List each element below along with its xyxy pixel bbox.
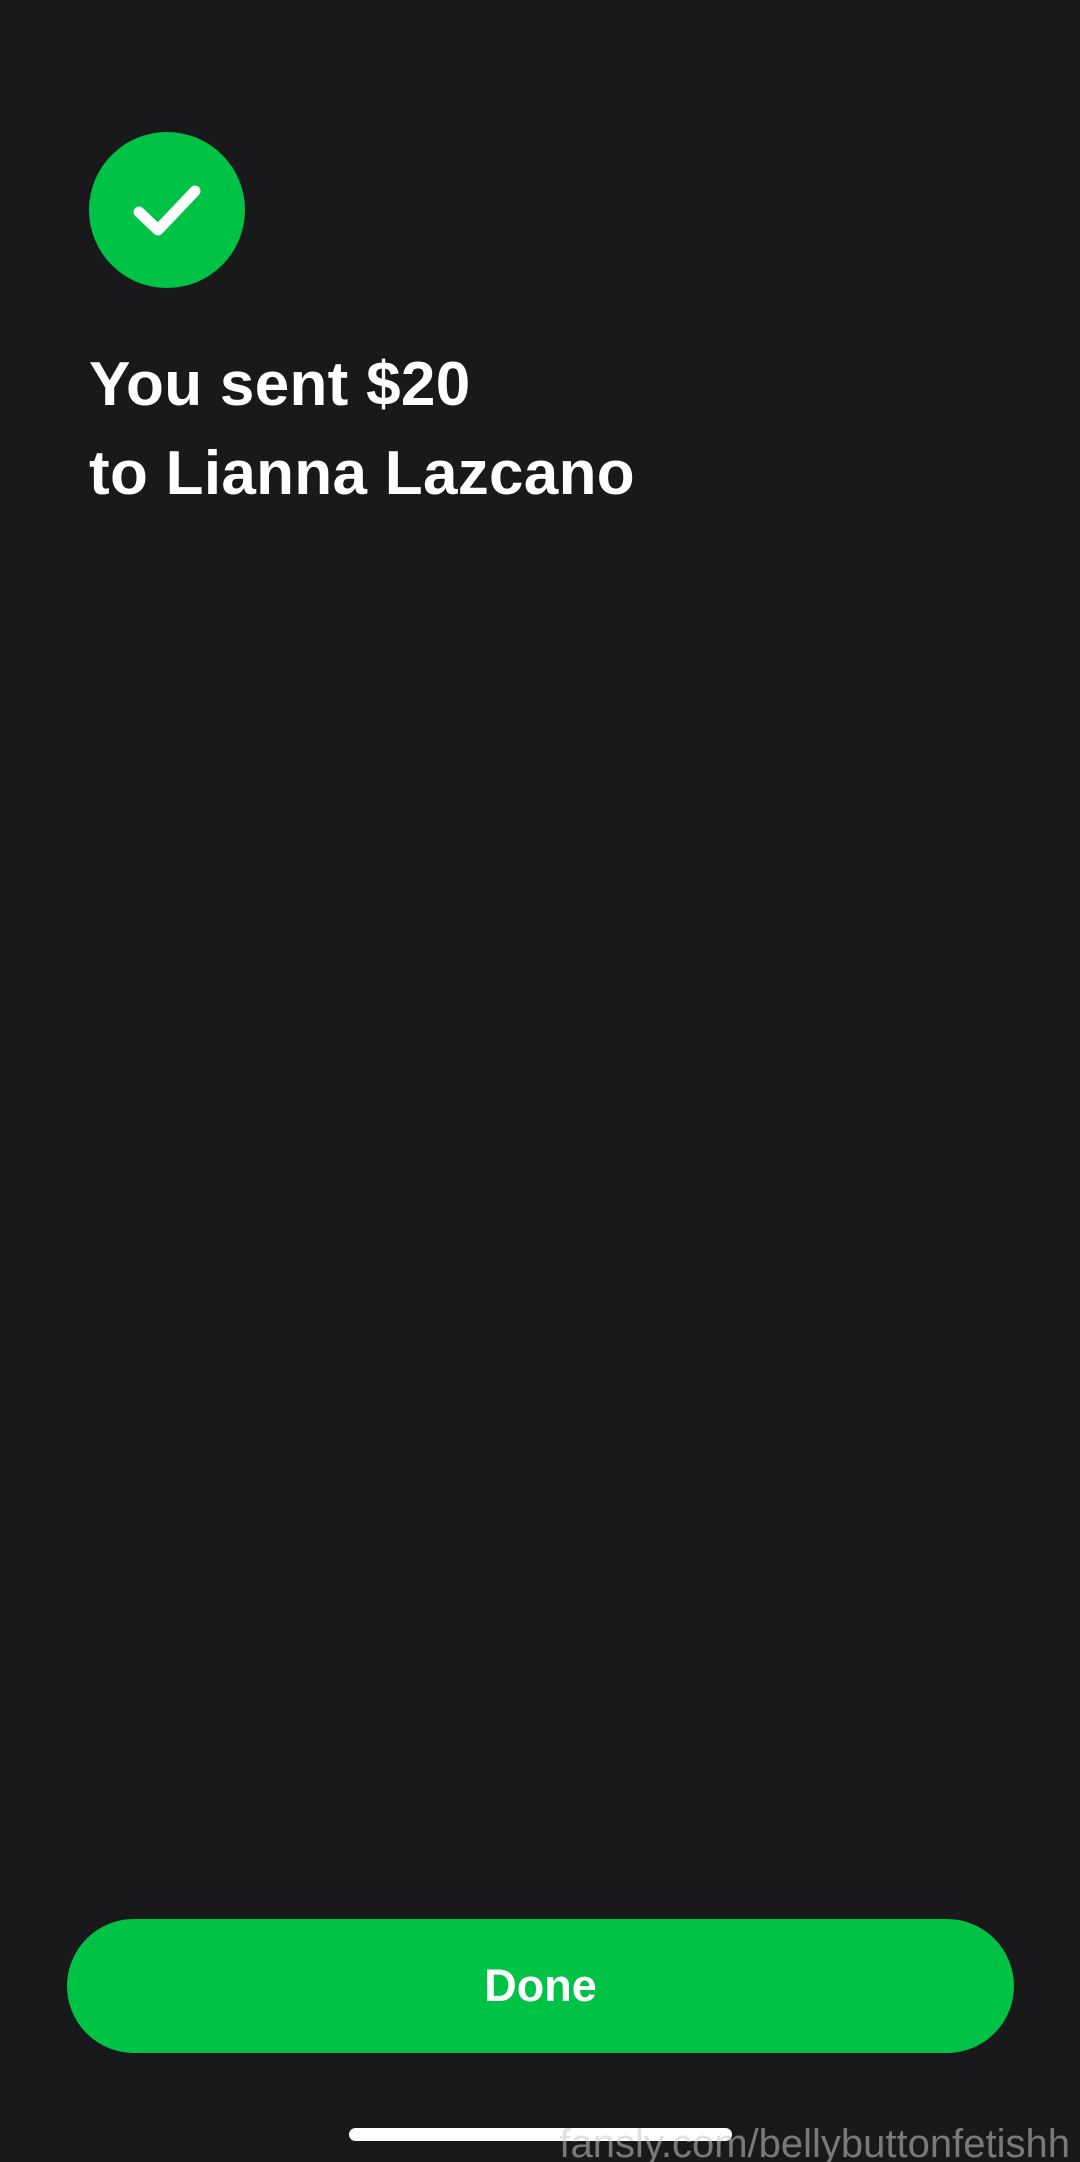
checkmark-icon [133, 185, 201, 236]
headline-amount-line: You sent $20 [89, 350, 471, 419]
headline-recipient-line: to Lianna Lazcano [89, 439, 635, 508]
confirmation-headline: You sent $20 to Lianna Lazcano [89, 340, 989, 518]
success-badge [89, 132, 245, 288]
payment-confirmation-screen: You sent $20 to Lianna Lazcano Done fans… [0, 0, 1080, 2162]
done-button[interactable]: Done [67, 1919, 1014, 2053]
watermark-text: fansly.com/bellybuttonfetishh [559, 2122, 1070, 2162]
